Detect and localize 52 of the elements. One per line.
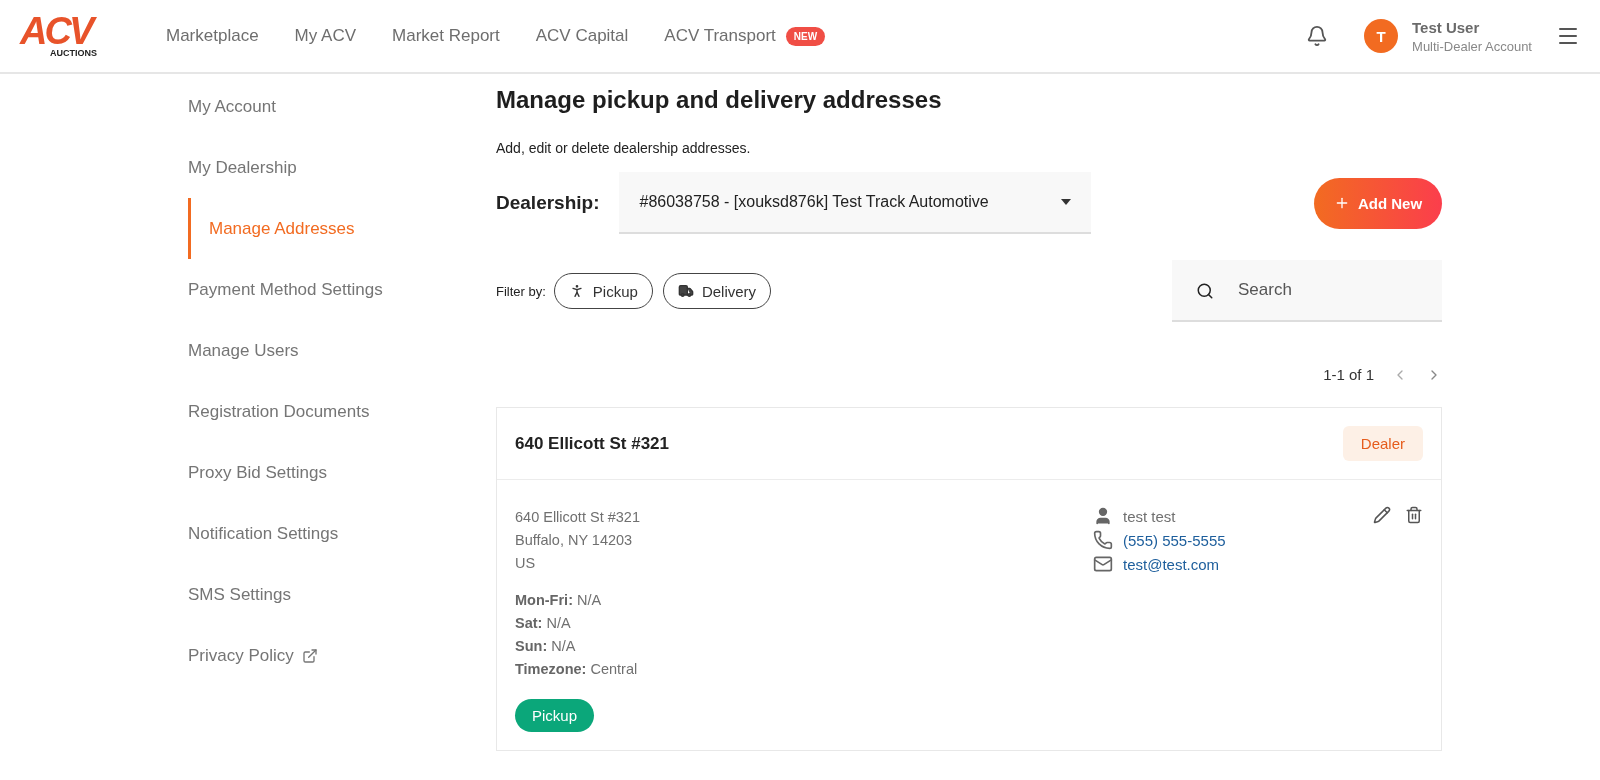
- filter-label: Filter by:: [496, 283, 546, 299]
- pencil-icon: [1373, 506, 1391, 524]
- sidebar-item[interactable]: Privacy Policy: [188, 625, 318, 686]
- nav-link[interactable]: My ACV: [294, 26, 356, 46]
- sidebar-item[interactable]: SMS Settings: [188, 564, 291, 625]
- hours-line: Sat: N/A: [515, 614, 572, 633]
- user-name: Test User: [1412, 18, 1481, 36]
- mail-icon: [1093, 554, 1113, 574]
- nav-link[interactable]: Marketplace: [166, 26, 259, 46]
- sidebar-item[interactable]: Registration Documents: [188, 381, 370, 442]
- address-line: 640 Ellicott St #321: [515, 508, 640, 527]
- sidebar-item[interactable]: Notification Settings: [188, 503, 339, 564]
- pickup-tag: Pickup: [515, 699, 595, 732]
- page-title: Manage pickup and delivery addresses: [496, 86, 943, 114]
- dealer-badge: Dealer: [1342, 426, 1423, 461]
- phone-link[interactable]: (555) 555-5555: [1123, 531, 1226, 549]
- logo[interactable]: ACV AUCTIONS: [20, 14, 140, 58]
- search-field[interactable]: Search: [1172, 260, 1442, 322]
- person-icon: [1093, 506, 1113, 526]
- nav-link[interactable]: ACV Capital: [535, 26, 629, 46]
- dealership-select[interactable]: #86038758 - [xouksd876k] Test Track Automotive: [619, 172, 1092, 234]
- nav-link[interactable]: ACV Transport NEW: [664, 26, 826, 46]
- filter-chip[interactable]: Pickup: [553, 273, 653, 309]
- truck-icon: [677, 283, 694, 299]
- address-line: Buffalo, NY 14203: [515, 531, 634, 550]
- address-line: US: [515, 554, 537, 573]
- hours-line: Mon-Fri: N/A: [515, 591, 603, 610]
- search-icon: [1196, 282, 1214, 300]
- sidebar-item[interactable]: Proxy Bid Settings: [188, 442, 327, 503]
- notification-bell-icon[interactable]: [1306, 25, 1329, 47]
- hours-line: Sun: N/A: [515, 637, 577, 656]
- page-subtitle: Add, edit or delete dealership addresses.: [496, 140, 752, 156]
- address-title: 640 Ellicott St #321: [515, 433, 670, 454]
- nav-link[interactable]: Market Report: [392, 26, 500, 46]
- new-badge: NEW: [785, 26, 826, 46]
- phone-icon: [1093, 530, 1113, 550]
- email-link[interactable]: test@test.com: [1123, 555, 1220, 573]
- sidebar-item[interactable]: My Dealership: [188, 137, 297, 198]
- add-new-button[interactable]: Add New: [1314, 177, 1442, 229]
- account-type: Multi-Dealer Account: [1412, 38, 1532, 54]
- pagination-range: 1-1 of 1: [1323, 366, 1374, 383]
- contact-name: test test: [1123, 507, 1176, 525]
- trash-icon: [1405, 506, 1423, 524]
- sidebar-item[interactable]: Manage Users: [188, 320, 299, 381]
- sidebar-item[interactable]: My Account: [188, 76, 276, 137]
- caret-icon: [1061, 199, 1072, 205]
- sidebar-item[interactable]: Payment Method Settings: [188, 259, 383, 320]
- hours-line: Timezone: Central: [515, 660, 639, 679]
- filter-chip[interactable]: Delivery: [662, 273, 772, 309]
- sidebar-item[interactable]: Manage Addresses: [188, 198, 355, 259]
- user-avatar[interactable]: T: [1364, 19, 1399, 53]
- dealership-label: Dealership:: [496, 192, 600, 214]
